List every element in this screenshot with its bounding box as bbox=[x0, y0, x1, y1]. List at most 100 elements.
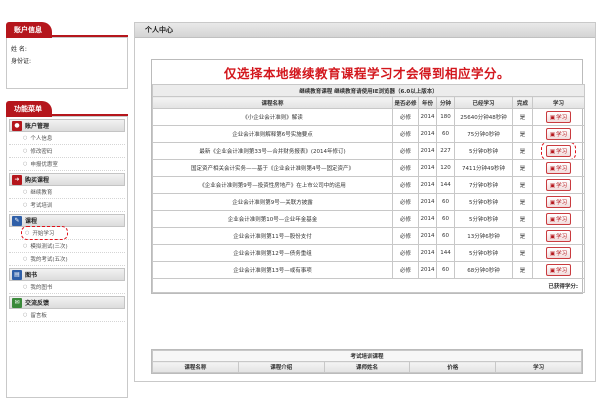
studied-cell: 68分钟0秒钟 bbox=[454, 261, 513, 279]
page-title: 个人中心 bbox=[135, 23, 595, 38]
table-row: 《小企业会计准则》解读 必修 2014 180 25640分钟48秒钟是 ▣学习 bbox=[152, 108, 586, 126]
category-label: 购买课程 bbox=[25, 177, 50, 184]
menu-category-feedback[interactable]: ✉ 交流反馈 bbox=[9, 296, 125, 309]
study-label: 学习 bbox=[556, 115, 568, 121]
course-name: 企业会计准则第11号—股份支付 bbox=[152, 227, 393, 245]
column-header: 课程名称 bbox=[152, 96, 393, 109]
table-row: 最新《企业会计准则第33号—合并财务报表》(2014年修订) 必修 2014 227 5… bbox=[152, 142, 586, 160]
study-icon: ▣ bbox=[549, 149, 556, 155]
studied-cell: 13分钟6秒钟 bbox=[454, 227, 513, 245]
menu-item-mock-test[interactable]: ○ 模拟测试(三次) bbox=[9, 240, 125, 253]
study-button[interactable]: ▣学习 bbox=[545, 111, 572, 123]
course-name: 企业会计准则解释第6号实施要点 bbox=[152, 125, 393, 143]
column-header: 年份 bbox=[418, 96, 437, 109]
study-button[interactable]: ▣学习 bbox=[545, 213, 572, 225]
exam-title: 考试培训课程 bbox=[152, 350, 582, 362]
table-row: 《企业会计准则第9号—投资性房地产》在上市公司中的运用 必修 2014 144 7分钟0… bbox=[152, 176, 586, 194]
highlight-box: ○ 开始学习 bbox=[20, 226, 69, 240]
required-cell: 必修 bbox=[392, 142, 419, 160]
study-cell: ▣学习 bbox=[531, 125, 586, 143]
study-label: 学习 bbox=[556, 268, 568, 274]
menu-item-label: 模拟测试(三次) bbox=[30, 244, 68, 250]
study-cell: ▣学习 bbox=[531, 261, 586, 279]
course-name: 《小企业会计准则》解读 bbox=[152, 108, 393, 126]
studied-cell: 5分钟0秒钟 bbox=[454, 244, 513, 262]
category-label: 账户管理 bbox=[25, 123, 50, 130]
required-cell: 必修 bbox=[392, 193, 419, 211]
year-cell: 2014 bbox=[418, 176, 437, 194]
done-cell: 是 bbox=[512, 108, 533, 126]
studied-cell: 7411分钟49秒钟 bbox=[454, 159, 513, 177]
bullet-icon: ○ bbox=[23, 312, 28, 318]
menu-item-my-exams[interactable]: ○ 我的考试(五次) bbox=[9, 253, 125, 266]
study-button[interactable]: ▣学习 bbox=[545, 230, 572, 242]
menu-item-start-study[interactable]: ○ 开始学习 bbox=[9, 226, 125, 240]
study-button[interactable]: ▣学习 bbox=[545, 128, 572, 140]
study-label: 学习 bbox=[556, 149, 568, 155]
course-name: 企业会计准则第9号—关联方披露 bbox=[152, 193, 393, 211]
menu-category-purchase[interactable]: ➜ 购买课程 bbox=[9, 173, 125, 186]
done-cell: 是 bbox=[512, 193, 533, 211]
menu-item-label: 留言板 bbox=[30, 313, 47, 319]
year-cell: 2014 bbox=[418, 261, 437, 279]
bullet-icon: ○ bbox=[25, 230, 30, 236]
cart-icon: ➜ bbox=[12, 174, 22, 185]
menu-item-change-password[interactable]: ○ 修改密码 bbox=[9, 145, 125, 158]
menu-item-exam-training[interactable]: ○ 考试培训 bbox=[9, 199, 125, 212]
minutes-cell: 60 bbox=[436, 125, 455, 143]
category-label: 交流反馈 bbox=[25, 300, 50, 307]
menu-category-books[interactable]: ▤ 图书 bbox=[9, 268, 125, 281]
done-cell: 是 bbox=[512, 227, 533, 245]
required-cell: 必修 bbox=[392, 261, 419, 279]
year-cell: 2014 bbox=[418, 125, 437, 143]
study-button[interactable]: ▣学习 bbox=[545, 162, 572, 174]
category-label: 图书 bbox=[25, 272, 38, 279]
bullet-icon: ○ bbox=[23, 202, 28, 208]
function-menu-panel: ● 账户管理 ○ 个人信息 ○ 修改密码 ○ 申报优惠室 ➜ 购买课程 ○ 继续教育 ○… bbox=[6, 116, 128, 398]
study-button[interactable]: ▣学习 bbox=[545, 145, 572, 157]
study-cell: ▣学习 bbox=[531, 193, 586, 211]
study-button[interactable]: ▣学习 bbox=[545, 264, 572, 276]
menu-category-course[interactable]: ✎ 课程 bbox=[9, 214, 125, 227]
menu-item-continuing-education[interactable]: ○ 继续教育 bbox=[9, 186, 125, 199]
column-header: 是否必修 bbox=[392, 96, 419, 109]
minutes-cell: 60 bbox=[436, 227, 455, 245]
column-header: 学习 bbox=[531, 96, 586, 109]
menu-item-label: 我的图书 bbox=[30, 285, 53, 291]
study-cell: ▣学习 bbox=[531, 227, 586, 245]
column-header: 课程名称 bbox=[152, 361, 239, 373]
study-button[interactable]: ▣学习 bbox=[545, 247, 572, 259]
bullet-icon: ○ bbox=[23, 284, 28, 290]
highlight-box: ▣学习 bbox=[540, 143, 577, 159]
bullet-icon: ○ bbox=[23, 243, 28, 249]
table-row: 企业会计准则第13号—或有事项 必修 2014 60 68分钟0秒钟是 ▣学习 bbox=[152, 261, 586, 279]
menu-item-label: 申报优惠室 bbox=[30, 162, 58, 168]
name-label: 姓 名: bbox=[11, 46, 27, 53]
required-cell: 必修 bbox=[392, 244, 419, 262]
menu-item-discount[interactable]: ○ 申报优惠室 bbox=[9, 158, 125, 171]
study-button-wrap: ▣学习 bbox=[545, 230, 572, 242]
study-label: 学习 bbox=[556, 251, 568, 257]
required-cell: 必修 bbox=[392, 176, 419, 194]
menu-item-my-books[interactable]: ○ 我的图书 bbox=[9, 281, 125, 294]
bullet-icon: ○ bbox=[23, 161, 28, 167]
menu-item-personal-info[interactable]: ○ 个人信息 bbox=[9, 132, 125, 145]
table-subheader: 继续教育课程 继续教育请使用IE浏览器（6.0以上版本） bbox=[151, 84, 586, 97]
table-row: 企业会计准则第12号—债务重组 必修 2014 144 5分钟0秒钟是 ▣学习 bbox=[152, 244, 586, 262]
study-button[interactable]: ▣学习 bbox=[545, 196, 572, 208]
menu-item-message-board[interactable]: ○ 留言板 bbox=[9, 309, 125, 322]
minutes-cell: 227 bbox=[436, 142, 455, 160]
chat-icon: ✉ bbox=[12, 297, 22, 308]
study-button-wrap: ▣学习 bbox=[545, 213, 572, 225]
study-icon: ▣ bbox=[549, 183, 556, 189]
menu-category-account[interactable]: ● 账户管理 bbox=[9, 119, 125, 132]
account-tab: 账户信息 bbox=[6, 22, 52, 38]
minutes-cell: 60 bbox=[436, 261, 455, 279]
done-cell: 是 bbox=[512, 244, 533, 262]
study-button[interactable]: ▣学习 bbox=[545, 179, 572, 191]
column-header: 分钟 bbox=[436, 96, 455, 109]
study-button-wrap: ▣学习 bbox=[545, 162, 572, 174]
minutes-cell: 144 bbox=[436, 176, 455, 194]
study-label: 学习 bbox=[556, 132, 568, 138]
category-label: 课程 bbox=[25, 218, 38, 225]
